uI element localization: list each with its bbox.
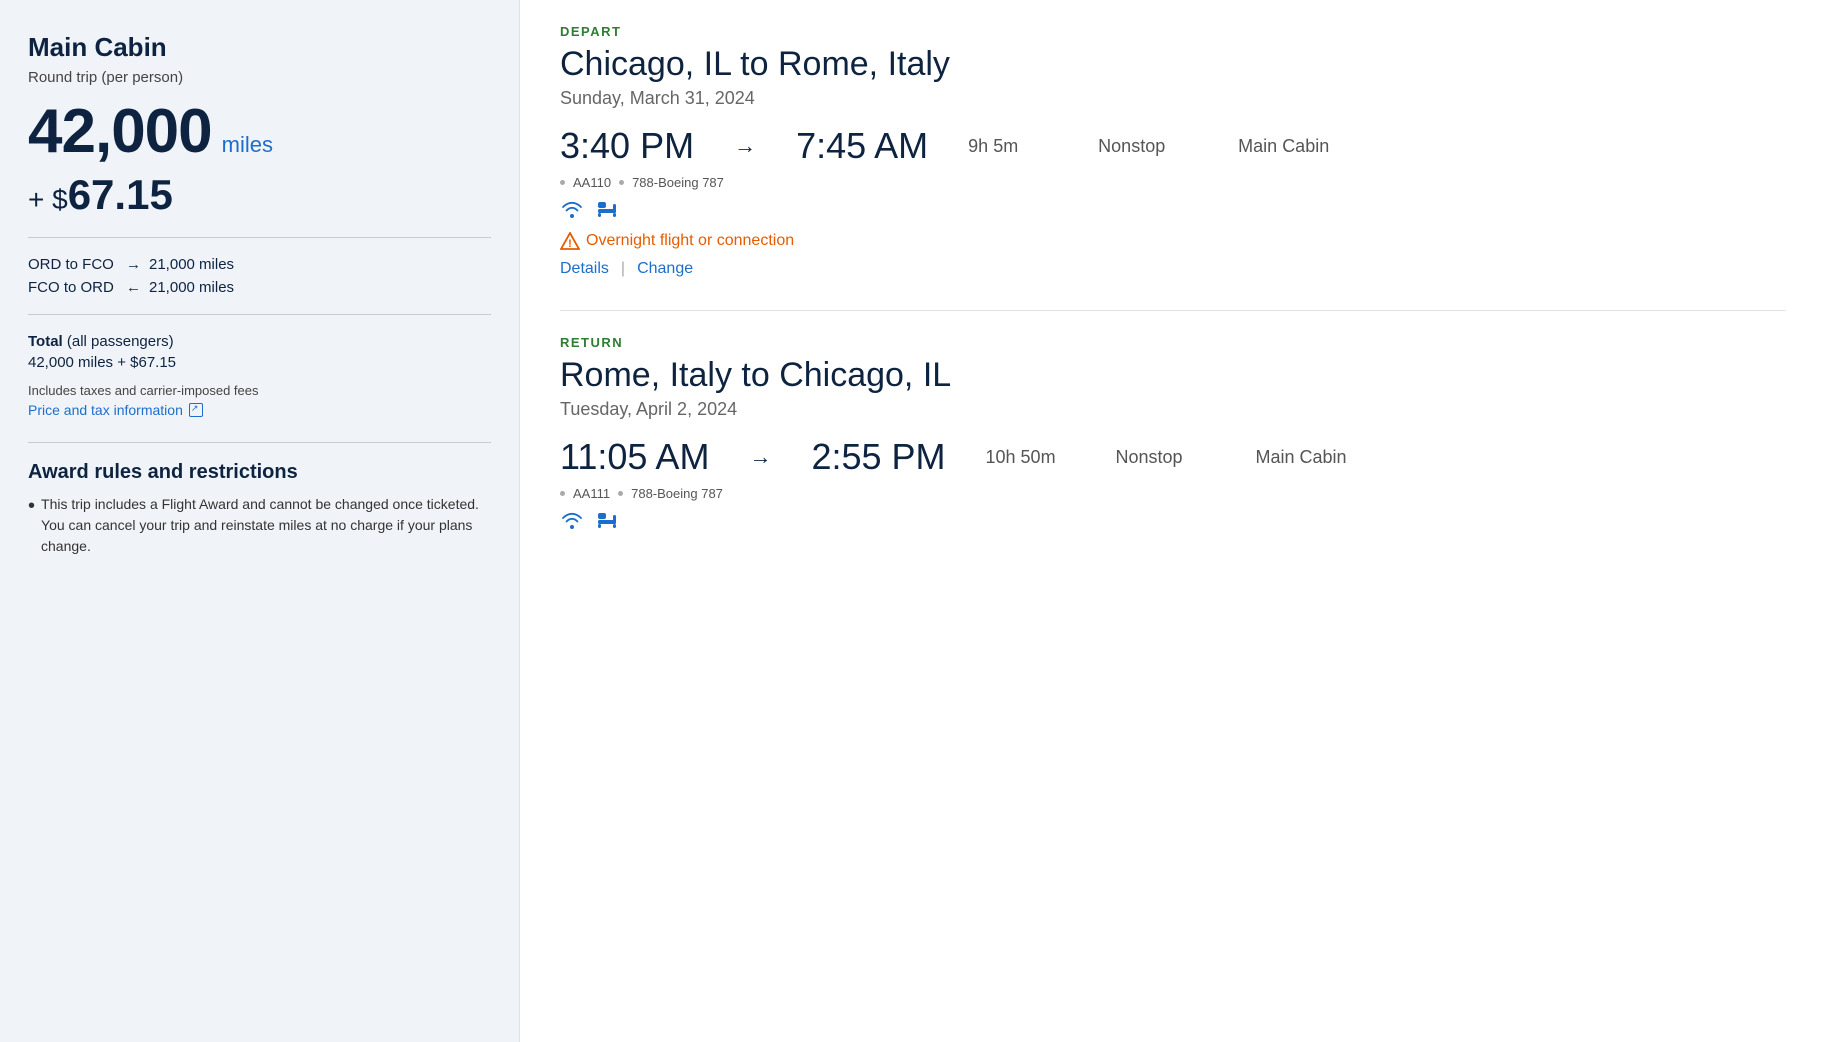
return-arrow-icon: → — [749, 444, 771, 470]
return-section: RETURN Rome, Italy to Chicago, IL Tuesda… — [560, 335, 1786, 529]
external-link-icon — [189, 403, 203, 417]
overnight-warning: ! Overnight flight or connection — [560, 232, 1786, 250]
svg-text:!: ! — [568, 238, 572, 250]
depart-details-link[interactable]: Details — [560, 260, 609, 278]
price-tax-link[interactable]: Price and tax information — [28, 402, 203, 418]
depart-actions-row: Details | Change — [560, 260, 1786, 278]
dot-sep-1 — [560, 180, 565, 185]
depart-change-link[interactable]: Change — [637, 260, 693, 278]
route-row-2: FCO to ORD ← 21,000 miles — [28, 279, 491, 296]
return-cabin-class: Main Cabin — [1256, 447, 1347, 468]
return-wifi-icon — [560, 511, 584, 529]
divider-3 — [28, 442, 491, 443]
depart-amenities-row — [560, 200, 1786, 218]
depart-arrive-time: 7:45 AM — [796, 125, 928, 167]
award-rules-bullet-1: • This trip includes a Flight Award and … — [28, 494, 491, 557]
right-panel: DEPART Chicago, IL to Rome, Italy Sunday… — [520, 0, 1826, 1042]
wifi-icon — [560, 200, 584, 218]
miles-row: 42,000 miles — [28, 96, 491, 167]
return-label: RETURN — [560, 335, 1786, 350]
return-route-title: Rome, Italy to Chicago, IL — [560, 356, 1786, 395]
round-trip-label: Round trip (per person) — [28, 69, 491, 86]
depart-section: DEPART Chicago, IL to Rome, Italy Sunday… — [560, 24, 1786, 278]
route-origin-1: ORD to FCO — [28, 256, 118, 273]
dot-sep-2 — [619, 180, 624, 185]
miles-amount: 42,000 — [28, 96, 212, 167]
total-value: 42,000 miles + $67.15 — [28, 354, 491, 371]
tax-prefix: + $ — [28, 184, 68, 215]
return-times-row: 11:05 AM → 2:55 PM 10h 50m Nonstop Main … — [560, 436, 1786, 478]
taxes-note: Includes taxes and carrier-imposed fees — [28, 383, 491, 398]
award-rules-text: This trip includes a Flight Award and ca… — [41, 494, 491, 557]
route-miles-1: 21,000 miles — [149, 256, 234, 273]
dot-sep-3 — [560, 491, 565, 496]
route-arrow-1: → — [126, 256, 141, 273]
award-rules-title: Award rules and restrictions — [28, 461, 491, 484]
total-bold: Total — [28, 333, 63, 350]
return-date: Tuesday, April 2, 2024 — [560, 399, 1786, 420]
return-depart-time: 11:05 AM — [560, 436, 709, 478]
route-origin-2: FCO to ORD — [28, 279, 118, 296]
return-seat-icon — [596, 511, 624, 529]
route-arrow-2: ← — [126, 279, 141, 296]
depart-aircraft: 788-Boeing 787 — [632, 175, 724, 190]
total-paren: (all passengers) — [67, 333, 174, 350]
depart-label: DEPART — [560, 24, 1786, 39]
cabin-title: Main Cabin — [28, 32, 491, 63]
bullet-dot: • — [28, 494, 35, 557]
overnight-warning-text: Overnight flight or connection — [586, 232, 794, 250]
depart-flight-number: AA110 — [573, 175, 611, 190]
depart-time: 3:40 PM — [560, 125, 694, 167]
left-panel: Main Cabin Round trip (per person) 42,00… — [0, 0, 520, 1042]
warning-triangle-icon: ! — [560, 232, 580, 250]
total-section: Total (all passengers) 42,000 miles + $6… — [28, 333, 491, 371]
depart-stop-type: Nonstop — [1098, 136, 1198, 157]
depart-details-row: AA110 788-Boeing 787 — [560, 175, 1786, 190]
seat-icon — [596, 200, 624, 218]
return-amenities-row — [560, 511, 1786, 529]
return-duration: 10h 50m — [986, 447, 1076, 468]
return-flight-number: AA111 — [573, 486, 610, 501]
route-table: ORD to FCO → 21,000 miles FCO to ORD ← 2… — [28, 256, 491, 296]
route-row-1: ORD to FCO → 21,000 miles — [28, 256, 491, 273]
return-stop-type: Nonstop — [1116, 447, 1216, 468]
route-miles-2: 21,000 miles — [149, 279, 234, 296]
price-tax-link-text: Price and tax information — [28, 402, 183, 418]
depart-duration: 9h 5m — [968, 136, 1058, 157]
total-label: Total (all passengers) — [28, 333, 491, 350]
divider-2 — [28, 314, 491, 315]
divider-1 — [28, 237, 491, 238]
depart-arrow-icon: → — [734, 133, 756, 159]
depart-date: Sunday, March 31, 2024 — [560, 88, 1786, 109]
section-divider — [560, 310, 1786, 311]
tax-amount: 67.15 — [68, 171, 173, 218]
return-arrive-time: 2:55 PM — [811, 436, 945, 478]
return-aircraft: 788-Boeing 787 — [631, 486, 723, 501]
dot-sep-4 — [618, 491, 623, 496]
action-sep: | — [621, 260, 625, 278]
depart-route-title: Chicago, IL to Rome, Italy — [560, 45, 1786, 84]
depart-cabin-class: Main Cabin — [1238, 136, 1329, 157]
miles-label: miles — [222, 132, 273, 158]
return-details-row: AA111 788-Boeing 787 — [560, 486, 1786, 501]
tax-row: + $67.15 — [28, 171, 491, 219]
depart-times-row: 3:40 PM → 7:45 AM 9h 5m Nonstop Main Cab… — [560, 125, 1786, 167]
